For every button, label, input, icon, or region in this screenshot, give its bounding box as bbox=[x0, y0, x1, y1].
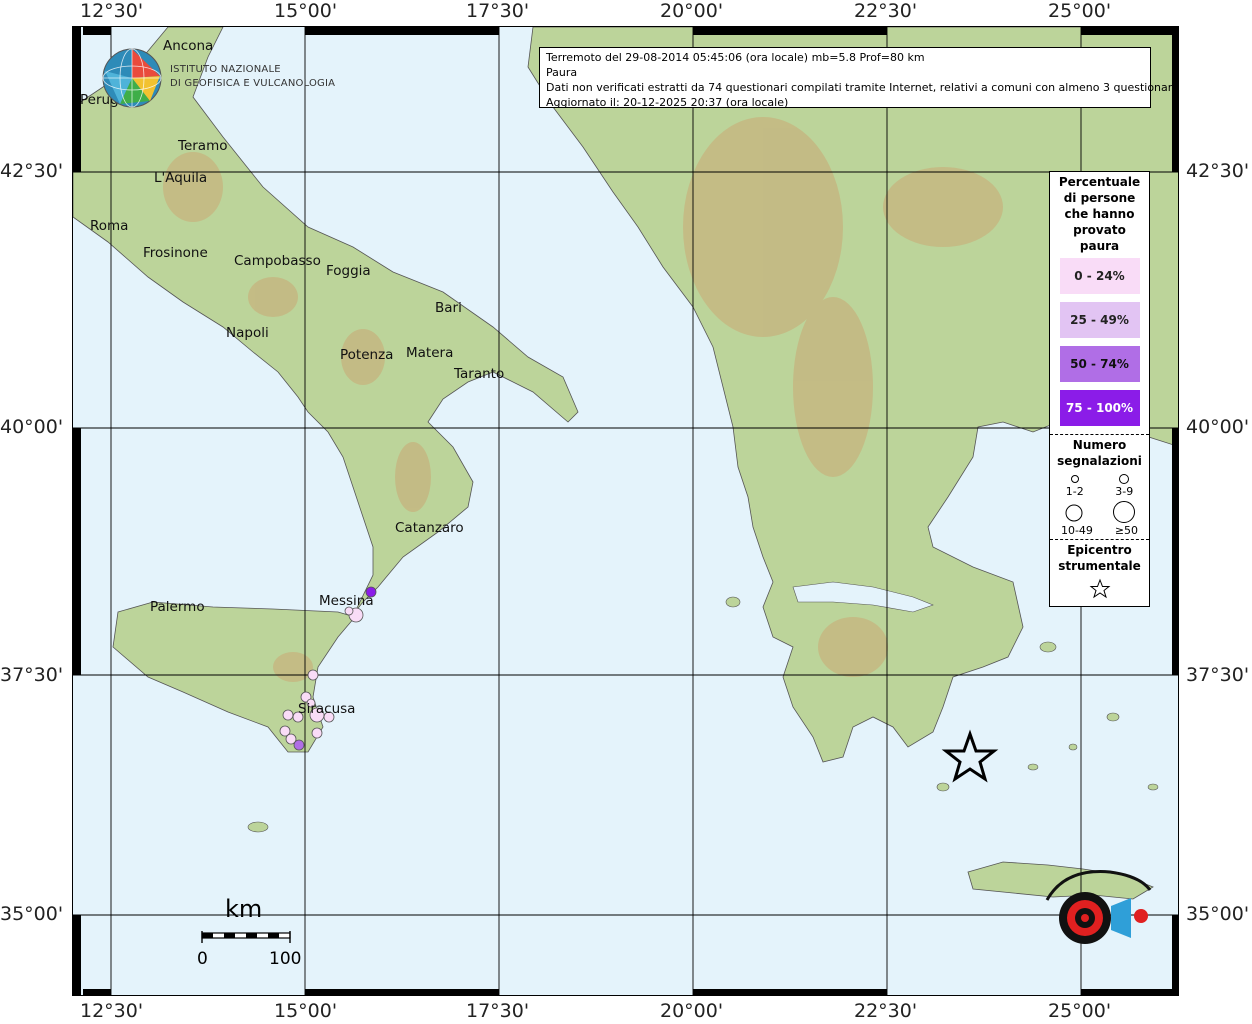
graticule bbox=[73, 27, 1178, 995]
island bbox=[1147, 783, 1159, 791]
island bbox=[247, 821, 269, 833]
legend-count-labels: 10-49 ≥50 bbox=[1050, 524, 1149, 537]
city-label: Bari bbox=[435, 300, 462, 316]
legend-count-title: Numero segnalazioni bbox=[1057, 438, 1142, 468]
ingv-logo-text: ISTITUTO NAZIONALE bbox=[170, 64, 281, 75]
city-label: Messina bbox=[319, 593, 374, 609]
island bbox=[1039, 641, 1057, 653]
island bbox=[1027, 763, 1039, 771]
city-label: Siracusa bbox=[298, 701, 356, 717]
lat-label: 35°00' bbox=[1186, 903, 1250, 925]
legend: Percentuale di persone che hanno provato… bbox=[1049, 171, 1150, 607]
lon-label: 17°30' bbox=[466, 0, 530, 22]
scale-start: 0 bbox=[197, 949, 208, 969]
circle-large-icon bbox=[1112, 501, 1135, 523]
legend-title: Percentuale di persone che hanno provato… bbox=[1058, 175, 1141, 253]
city-label: Napoli bbox=[226, 325, 269, 341]
lon-label: 25°00' bbox=[1048, 0, 1112, 22]
lat-label: 37°30' bbox=[0, 664, 64, 686]
legend-count-row bbox=[1050, 471, 1149, 485]
legend-class-2: 50 - 74% bbox=[1059, 346, 1140, 382]
city-label: Palermo bbox=[150, 599, 205, 615]
lon-label: 15°00' bbox=[274, 0, 338, 22]
city-label: Foggia bbox=[326, 263, 371, 279]
event-title: Terremoto del 29-08-2014 05:45:06 (ora l… bbox=[546, 51, 925, 64]
haisentito-logo bbox=[1035, 860, 1165, 980]
legend-class-1: 25 - 49% bbox=[1059, 302, 1140, 338]
city-label: Campobasso bbox=[234, 253, 321, 269]
circle-small-icon bbox=[1070, 475, 1079, 483]
legend-class-3: 75 - 100% bbox=[1059, 390, 1140, 426]
city-label: Catanzaro bbox=[395, 520, 464, 536]
scale-ruler bbox=[201, 931, 291, 943]
scale-end: 100 bbox=[269, 949, 302, 969]
lat-label: 42°30' bbox=[1186, 160, 1250, 182]
city-label: Potenza bbox=[340, 347, 394, 363]
globe-icon bbox=[102, 48, 162, 108]
map-frame[interactable] bbox=[72, 26, 1179, 996]
lon-label: 20°00' bbox=[660, 1000, 724, 1022]
event-data-note: Dati non verificati estratti da 74 quest… bbox=[546, 81, 1179, 94]
legend-count-labels: 1-2 3-9 bbox=[1050, 485, 1149, 498]
event-info-box: Terremoto del 29-08-2014 05:45:06 (ora l… bbox=[539, 47, 1179, 109]
island bbox=[1106, 712, 1120, 722]
city-label: Matera bbox=[406, 345, 454, 361]
lat-label: 40°00' bbox=[0, 416, 64, 438]
lon-label: 17°30' bbox=[466, 1000, 530, 1022]
epicenter-star-icon bbox=[941, 729, 999, 783]
lon-label: 15°00' bbox=[274, 1000, 338, 1022]
legend-class-0: 0 - 24% bbox=[1059, 258, 1140, 294]
event-parameter: Paura bbox=[546, 66, 578, 79]
lon-label: 22°30' bbox=[854, 1000, 918, 1022]
legend-count-row bbox=[1050, 500, 1149, 524]
lon-label: 22°30' bbox=[854, 0, 918, 22]
city-label: Roma bbox=[90, 218, 129, 234]
lat-label: 42°30' bbox=[0, 160, 64, 182]
circle-medium-icon bbox=[1065, 504, 1083, 522]
lon-label: 25°00' bbox=[1048, 1000, 1112, 1022]
lon-label: 12°30' bbox=[80, 1000, 144, 1022]
island bbox=[936, 782, 950, 792]
lon-label: 20°00' bbox=[660, 0, 724, 22]
island bbox=[725, 596, 741, 608]
star-icon bbox=[1089, 578, 1110, 599]
legend-count-label: 1-2 bbox=[1065, 485, 1084, 498]
event-updated: Aggiornato il: 20-12-2025 20:37 (ora loc… bbox=[546, 96, 789, 109]
ingv-logo: ISTITUTO NAZIONALE DI GEOFISICA E VULCAN… bbox=[100, 46, 335, 112]
circle-small-icon bbox=[1119, 474, 1130, 484]
scale-unit: km bbox=[225, 895, 263, 923]
legend-epicenter-title: Epicentro strumentale bbox=[1058, 543, 1141, 573]
map-canvas[interactable] bbox=[73, 27, 1179, 996]
lat-label: 37°30' bbox=[1186, 664, 1250, 686]
haisentito-logo-icon bbox=[1045, 870, 1152, 944]
city-label: Taranto bbox=[454, 366, 505, 382]
island bbox=[1068, 743, 1078, 751]
legend-count-label: 10-49 bbox=[1060, 524, 1093, 537]
italy-land bbox=[73, 27, 579, 613]
ingv-logo-text: DI GEOFISICA E VULCANOLOGIA bbox=[170, 78, 336, 89]
scale-bar: km 0 100 bbox=[195, 895, 305, 975]
lon-label: 12°30' bbox=[80, 0, 144, 22]
city-label: L'Aquila bbox=[154, 170, 208, 186]
city-label: Teramo bbox=[178, 138, 228, 154]
legend-count-label: 3-9 bbox=[1115, 485, 1134, 498]
lat-label: 35°00' bbox=[0, 903, 64, 925]
legend-count-label: ≥50 bbox=[1114, 524, 1139, 537]
lat-label: 40°00' bbox=[1186, 416, 1250, 438]
city-label: Frosinone bbox=[143, 245, 208, 261]
